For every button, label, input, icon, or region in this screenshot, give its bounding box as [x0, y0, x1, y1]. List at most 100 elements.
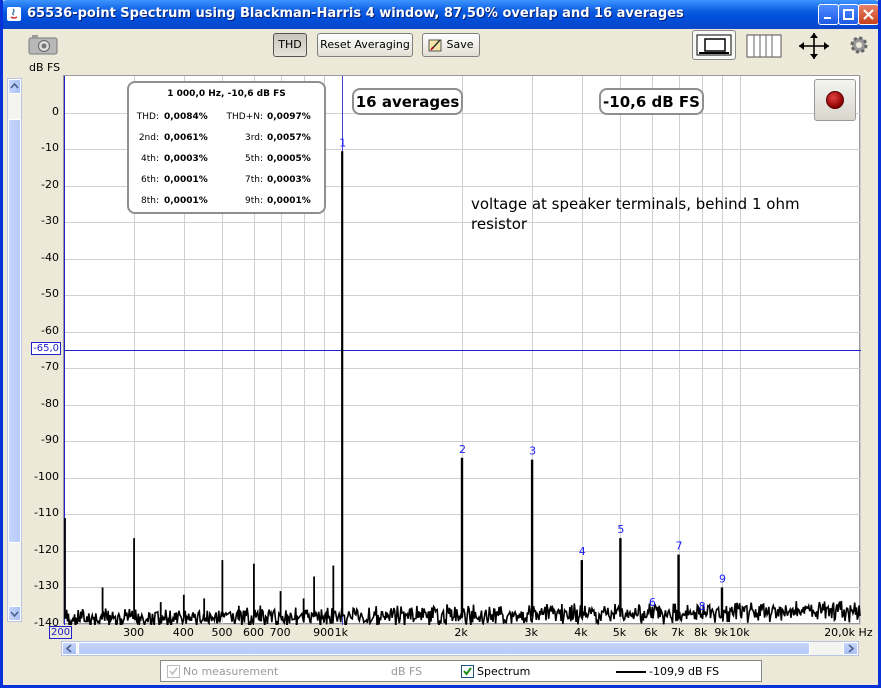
thd-value: 0,0097% [267, 112, 311, 122]
maximize-icon [843, 9, 854, 20]
thd-key: 4th: [141, 154, 159, 164]
save-icon [428, 39, 442, 52]
x-tick-label: 20,0k Hz [824, 626, 873, 639]
y-tick-label: -100 [34, 469, 59, 483]
harmonic-label: 6 [649, 596, 656, 609]
x-tick-label: 8k [694, 626, 708, 639]
thd-key: 7th: [245, 175, 263, 185]
save-button[interactable]: Save [422, 33, 480, 57]
x-tick-label: 1k [334, 626, 348, 639]
y-axis-labels: 0 -10 -20 -30 -40 -50 -60 -70 -80 -90 -100 -110 -120… [21, 75, 61, 635]
record-button[interactable] [814, 79, 856, 121]
thd-value: 0,0057% [267, 133, 311, 143]
y-tick-label: -120 [34, 542, 59, 556]
record-icon [826, 91, 844, 109]
thd-value: 0,0061% [164, 133, 208, 143]
thd-row: 2nd: 0,0061% 3rd: 0,0057% [129, 133, 324, 147]
x-tick-label: 4k [574, 626, 588, 639]
thd-key: 6th: [141, 175, 159, 185]
thd-key: 5th: [245, 154, 263, 164]
scroll-right-arrow[interactable] [843, 642, 858, 655]
x-tick-label: 9k [714, 626, 728, 639]
y-tick-label: -10 [41, 141, 59, 155]
harmonic-label: 8 [699, 600, 706, 613]
java-app-icon [7, 7, 21, 21]
harmonic-label: 1 [339, 136, 346, 149]
thd-value: 0,0001% [267, 196, 311, 206]
legend-bar: No measurement dB FS Spectrum -109,9 dB … [160, 660, 762, 682]
spectrum-label: Spectrum [477, 665, 531, 678]
y-cursor-marker[interactable]: -65,0 [31, 342, 61, 355]
spectrum-line-swatch [616, 671, 646, 673]
thd-value: 0,0084% [164, 112, 208, 122]
y-tick-label: 0 [52, 104, 59, 118]
close-button[interactable] [858, 4, 878, 25]
no-measurement-checkbox[interactable] [167, 665, 180, 678]
layout-graph-button[interactable] [692, 30, 736, 60]
thd-value: 0,0003% [164, 154, 208, 164]
legend-unit-label: dB FS [391, 665, 423, 678]
gear-icon[interactable] [848, 34, 870, 56]
scroll-left-arrow[interactable] [62, 642, 77, 655]
x-tick-label: 3k [524, 626, 538, 639]
x-tick-label: 500 [211, 626, 233, 639]
thd-row: 8th: 0,0001% 9th: 0,0001% [129, 196, 324, 210]
level-badge: -10,6 dB FS [599, 88, 704, 115]
harmonic-label: 4 [579, 545, 586, 558]
y-tick-label: -70 [41, 360, 59, 374]
harmonic-label: 3 [529, 445, 536, 458]
y-tick-label: -90 [41, 433, 59, 447]
scroll-down-arrow[interactable] [8, 606, 21, 621]
x-tick-label: 10k [729, 626, 750, 639]
averages-badge: 16 averages [352, 88, 463, 115]
x-tick-label: 2k [454, 626, 468, 639]
harmonic-label: 7 [676, 540, 683, 553]
spectrum-window: 65536-point Spectrum using Blackman-Harr… [0, 0, 881, 688]
thd-value: 0,0001% [164, 196, 208, 206]
move-arrows-icon[interactable] [796, 31, 832, 61]
x-tick-label: 6k [644, 626, 658, 639]
vertical-scrollbar[interactable] [7, 78, 22, 622]
harmonic-label: 5 [617, 523, 624, 536]
reset-averaging-button[interactable]: Reset Averaging [317, 33, 413, 57]
thd-key: 2nd: [138, 133, 159, 143]
toolbar: THD Reset Averaging Save [3, 29, 878, 69]
y-axis-unit: dB FS [29, 61, 61, 74]
checkmark-icon [463, 667, 472, 676]
horizontal-scrollbar[interactable] [61, 641, 859, 656]
maximize-button[interactable] [838, 4, 859, 25]
chevron-down-icon [10, 611, 19, 618]
minimize-icon [824, 17, 831, 19]
x-cursor-marker[interactable]: 200 [49, 626, 73, 639]
spectrum-checkbox[interactable] [461, 665, 474, 678]
minimize-button[interactable] [818, 4, 839, 25]
thd-row: 6th: 0,0001% 7th: 0,0003% [129, 175, 324, 189]
y-tick-label: -60 [41, 323, 59, 337]
thd-key: 9th: [245, 196, 263, 206]
x-tick-label: 7k [670, 626, 685, 639]
thd-value: 0,0005% [267, 154, 311, 164]
window-title: 65536-point Spectrum using Blackman-Harr… [27, 6, 684, 21]
columns-layout-icon[interactable] [745, 32, 783, 60]
x-tick-label: 400 [172, 626, 194, 639]
y-tick-label: -50 [41, 287, 59, 301]
thd-row: 4th: 0,0003% 5th: 0,0005% [129, 154, 324, 168]
camera-icon[interactable] [26, 32, 60, 56]
thd-toggle-button[interactable]: THD [273, 33, 307, 57]
horizontal-scroll-thumb[interactable] [78, 642, 810, 655]
x-tick-label: 900 [313, 626, 335, 639]
thd-value: 0,0003% [267, 175, 311, 185]
checkmark-icon [169, 667, 178, 676]
chevron-left-icon [65, 644, 72, 653]
x-tick-label: 700 [269, 626, 291, 639]
no-measurement-label: No measurement [183, 665, 279, 678]
title-bar[interactable]: 65536-point Spectrum using Blackman-Harr… [3, 0, 878, 29]
scroll-up-arrow[interactable] [8, 79, 21, 94]
graph-layout-icon [696, 34, 732, 56]
thd-readout-box: 1 000,0 Hz, -10,6 dB FS THD: 0,0084% THD+N… [127, 81, 326, 214]
thd-key: 3rd: [244, 133, 263, 143]
x-tick-label: 5k [612, 626, 627, 639]
vertical-scroll-thumb[interactable] [8, 119, 21, 543]
plot-annotation: voltage at speaker terminals, behind 1 o… [471, 195, 800, 233]
close-icon [863, 9, 874, 20]
